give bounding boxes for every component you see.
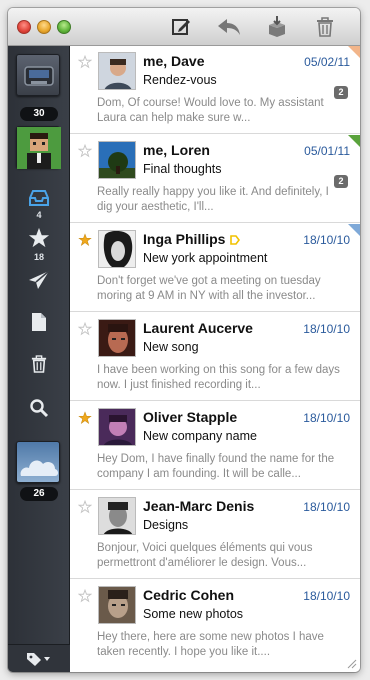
trash-icon	[317, 17, 333, 37]
message-preview: Hey there, here are some new photos I ha…	[97, 631, 324, 658]
message-subject: New song	[143, 340, 199, 354]
message-subject: Some new photos	[143, 607, 244, 621]
star-outline-icon[interactable]	[78, 55, 92, 69]
avatar	[98, 408, 136, 446]
trash-icon	[31, 355, 47, 373]
starred-count: 18	[33, 252, 44, 262]
avatar	[98, 497, 136, 535]
star-filled-icon[interactable]	[78, 233, 92, 247]
inbox-icon	[29, 190, 49, 206]
title-bar	[8, 8, 360, 46]
reply-button[interactable]	[216, 16, 242, 38]
avatar	[98, 141, 136, 179]
minimize-window-button[interactable]	[37, 20, 51, 34]
message-date: 18/10/10	[303, 589, 350, 603]
account-badge: 30	[20, 107, 58, 121]
sidebar-item-sent[interactable]	[26, 268, 52, 292]
message-preview: Dom, Of course! Would love to. My assist…	[97, 97, 324, 124]
inbox-tray-icon	[24, 66, 54, 86]
compose-icon	[172, 19, 190, 35]
message-row[interactable]: me, Dave 05/02/11 Rendez-vous 2 Dom, Of …	[70, 46, 360, 134]
message-preview: Don't forget we've got a meeting on tues…	[97, 275, 321, 302]
sender-name: me, Loren	[143, 142, 210, 158]
compose-button[interactable]	[168, 16, 194, 38]
inbox-count: 4	[36, 210, 42, 220]
message-row[interactable]: Laurent Aucerve 18/10/10 New song I have…	[70, 313, 360, 401]
sidebar: 30 4 18 26	[8, 46, 70, 672]
message-preview: Bonjour, Voici quelques éléments qui vou…	[97, 542, 313, 569]
resize-grip-icon[interactable]	[345, 657, 357, 669]
message-subject: Designs	[143, 518, 189, 532]
archive-button[interactable]	[264, 16, 290, 38]
sidebar-item-starred[interactable]	[26, 226, 52, 250]
message-preview: Hey Dom, I have finally found the name f…	[97, 453, 335, 480]
sidebar-account-avatar[interactable]	[16, 126, 61, 169]
sender-name: me, Dave	[143, 53, 205, 69]
sender-name: Jean-Marc Denis	[143, 498, 255, 514]
sidebar-account-inbox[interactable]	[16, 54, 60, 96]
star-icon	[28, 227, 50, 248]
star-outline-icon[interactable]	[78, 500, 92, 514]
message-date: 18/10/10	[303, 500, 350, 514]
mail-window: 30 4 18 26 me, Dave 05/02/11 Rendez-vous…	[8, 8, 360, 672]
message-list: me, Dave 05/02/11 Rendez-vous 2 Dom, Of …	[70, 46, 360, 672]
sender-name: Oliver Stapple	[143, 409, 238, 425]
important-label-icon	[230, 235, 240, 245]
star-outline-icon[interactable]	[78, 589, 92, 603]
message-date: 18/10/10	[303, 411, 350, 425]
message-date: 05/02/11	[304, 55, 350, 69]
sidebar-item-search[interactable]	[26, 396, 52, 420]
message-date: 05/01/11	[304, 144, 350, 158]
message-row[interactable]: Cedric Cohen 18/10/10 Some new photos He…	[70, 580, 360, 672]
avatar	[98, 319, 136, 357]
close-window-button[interactable]	[17, 20, 31, 34]
sidebar-item-inbox[interactable]	[26, 186, 52, 210]
sender-name: Cedric Cohen	[143, 587, 235, 603]
search-icon	[30, 399, 49, 418]
sender-name: Inga Phillips	[143, 231, 226, 247]
message-row[interactable]: Jean-Marc Denis 18/10/10 Designs Bonjour…	[70, 491, 360, 579]
avatar	[98, 52, 136, 90]
archive-icon	[269, 16, 285, 37]
zoom-window-button[interactable]	[57, 20, 71, 34]
cloud-account-badge: 26	[20, 487, 58, 501]
reply-icon	[218, 19, 240, 35]
message-subject: New company name	[143, 429, 257, 443]
message-subject: New york appointment	[143, 251, 268, 265]
message-date: 18/10/10	[303, 233, 350, 247]
sidebar-account-cloud[interactable]	[16, 441, 60, 483]
tag-menu-icon	[27, 652, 50, 666]
sidebar-item-drafts[interactable]	[26, 310, 52, 334]
star-filled-icon[interactable]	[78, 411, 92, 425]
star-outline-icon[interactable]	[78, 144, 92, 158]
tag-menu-button[interactable]	[8, 644, 70, 672]
message-preview: I have been working on this song for a f…	[97, 364, 340, 391]
avatar	[98, 586, 136, 624]
message-row[interactable]: me, Loren 05/01/11 Final thoughts 2 Real…	[70, 135, 360, 223]
pixel-avatar-icon	[17, 127, 61, 169]
message-date: 18/10/10	[303, 322, 350, 336]
send-icon	[29, 270, 50, 289]
message-row[interactable]: Oliver Stapple 18/10/10 New company name…	[70, 402, 360, 490]
message-row[interactable]: Inga Phillips 18/10/10 New york appointm…	[70, 224, 360, 312]
cloud-icon	[20, 460, 58, 476]
star-outline-icon[interactable]	[78, 322, 92, 336]
message-preview: Really really happy you like it. And def…	[97, 186, 329, 213]
sender-name: Laurent Aucerve	[143, 320, 253, 336]
delete-button[interactable]	[312, 16, 338, 38]
message-subject: Rendez-vous	[143, 73, 217, 87]
sidebar-item-trash[interactable]	[26, 352, 52, 376]
document-icon	[32, 313, 46, 331]
avatar	[98, 230, 136, 268]
message-subject: Final thoughts	[143, 162, 222, 176]
